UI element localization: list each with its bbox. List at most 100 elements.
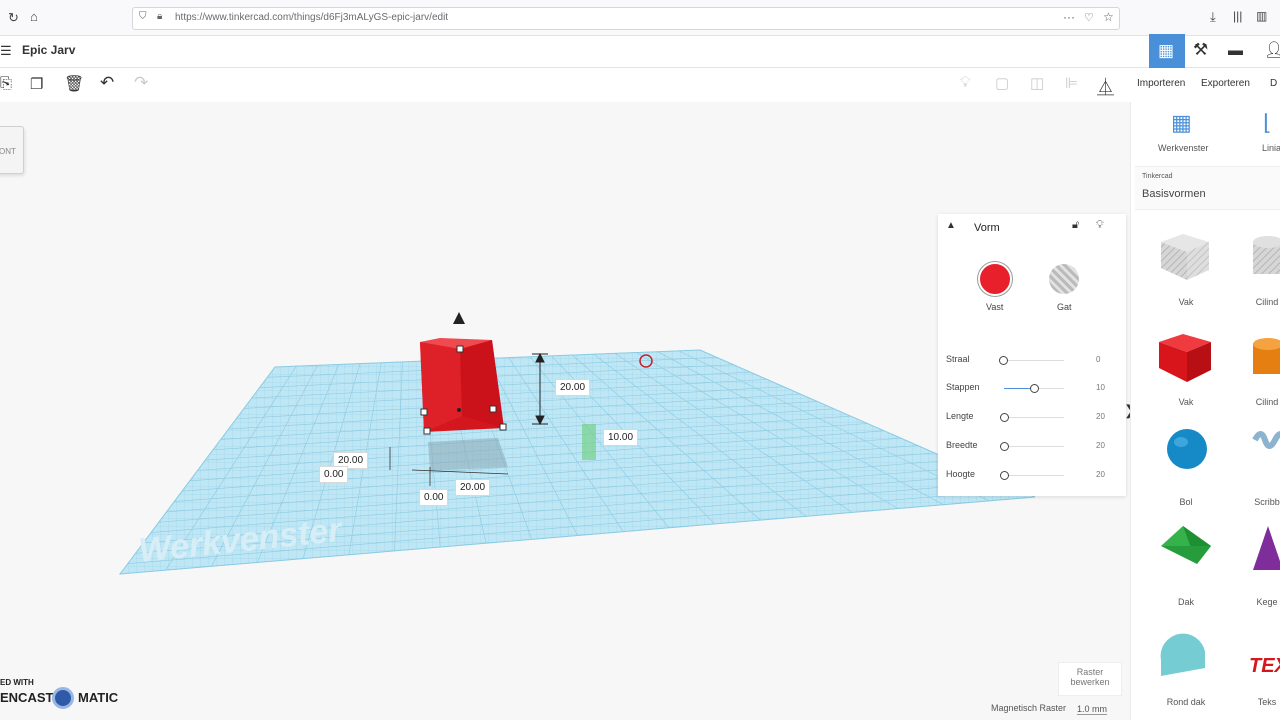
scribble-icon[interactable] [1252,431,1280,449]
address-bar[interactable]: ⛉ 🔒︎ https://www.tinkercad.com/things/d6… [132,7,1120,30]
slider-knob-2[interactable] [1000,413,1009,422]
solid-swatch[interactable] [978,262,1012,296]
home-icon[interactable]: ⌂ [30,9,38,24]
import-button[interactable]: Importeren [1137,78,1185,89]
shape-label-2: Vak [1178,397,1194,407]
user-icon[interactable]: 👤︎ [1264,40,1280,60]
download-icon[interactable]: ⤓ [1210,9,1216,25]
lock-icon[interactable]: 🔓︎ [1072,219,1079,232]
delete-icon[interactable]: 🗑︎ [64,74,84,94]
slider-knob-1[interactable] [1030,384,1039,393]
shape-label-1: Cilind [1255,297,1279,307]
sphere-icon[interactable] [1167,429,1207,469]
library-selector[interactable]: Tinkercad Basisvormen [1135,166,1280,210]
shape-label-6: Dak [1177,597,1194,607]
design-title[interactable]: Epic Jarv [22,43,75,57]
shape-label-3: Cilind [1255,397,1279,407]
bookmark-star-icon[interactable]: ☆ [1103,10,1114,24]
cone-icon[interactable] [1253,526,1280,570]
lock-icon: 🔒︎ [157,11,163,22]
slider-label-3: Breedte [946,440,978,450]
undo-icon[interactable]: ↶ [100,73,114,93]
elevation-value[interactable]: 10.00 [603,429,639,446]
slider-value-0[interactable]: 0 [1096,355,1100,364]
shape-shadow [428,438,508,471]
slider-value-1[interactable]: 10 [1096,383,1105,392]
bricks-icon[interactable]: ▬ [1228,42,1243,59]
library-icon[interactable]: ||| [1233,9,1242,23]
edit-grid-line2: bewerken [1070,677,1110,687]
more-icon[interactable]: ··· [1063,10,1075,24]
workplane-tool-label: Werkvenster [1158,143,1209,153]
height-value[interactable]: 20.00 [555,379,591,396]
box-hole-icon[interactable] [1161,234,1209,280]
url-text: https://www.tinkercad.com/things/d6Fj3mA… [175,12,449,23]
hole-label: Gat [1057,302,1072,312]
length-value[interactable]: 20.00 [455,479,491,496]
reload-icon[interactable]: ↻ [8,10,19,26]
shape-tiles: TEXT [1159,234,1280,677]
library-source: Tinkercad [1142,173,1173,180]
mirror-icon[interactable]: ⏅ [1097,73,1114,98]
library-category: Basisvormen [1142,188,1206,200]
edit-grid-line1: Raster [1076,667,1104,677]
round-roof-icon[interactable] [1160,633,1205,676]
shape-label-9: Teks [1257,697,1277,707]
send-to-button[interactable]: D [1270,78,1277,89]
slider-knob-0[interactable] [999,356,1008,365]
ruler-tool-icon[interactable]: ⌊ [1263,110,1272,136]
shape-label-8: Rond dak [1166,697,1206,707]
slider-value-3[interactable]: 20 [1096,441,1105,450]
hole-swatch[interactable] [1049,264,1079,294]
y-position-value[interactable]: 0.00 [419,489,449,506]
recorder-line2: ENCAST [0,690,54,705]
box-icon[interactable] [1159,334,1211,382]
grid-view-button[interactable]: ▦ [1149,34,1185,68]
visibility-bulb-icon[interactable]: 💡︎ [1096,219,1104,232]
menu-icon[interactable]: ☰ [0,43,12,59]
group-icon[interactable]: ▢ [995,74,1009,92]
edit-grid-button[interactable]: Raster bewerken [1058,662,1122,696]
recorder-line3: MATIC [78,690,119,705]
recorder-watermark: ED WITH ENCAST MATIC [0,676,125,716]
recorder-line1: ED WITH [0,678,34,687]
slider-track-4[interactable] [1004,475,1064,476]
ungroup-icon[interactable]: ◫ [1030,74,1044,92]
inspector-title: Vorm [974,222,1000,234]
ruler-tool-label: Linia [1262,143,1280,153]
workspace-viewport[interactable]: ONT Werkvenster 20.00 10.00 20.00 0.00 0… [0,102,1136,720]
text-icon[interactable]: TEXT [1249,655,1280,677]
tools-icon[interactable]: ⚒ [1193,40,1208,60]
pocket-icon[interactable]: ♡ [1084,11,1094,24]
collapse-icon[interactable]: ▲ [946,220,956,231]
roof-icon[interactable] [1161,526,1211,564]
slider-value-4[interactable]: 20 [1096,470,1105,479]
slider-track-3[interactable] [1004,446,1064,447]
light-bulb-icon[interactable]: 💡︎ [960,74,971,91]
sidebar-icon[interactable]: ▥ [1256,9,1267,23]
shape-label-7: Kege [1256,597,1278,607]
export-button[interactable]: Exporteren [1201,78,1250,89]
slider-knob-4[interactable] [1000,471,1009,480]
cylinder-icon[interactable] [1253,338,1280,374]
edit-toolbar: ⎘ ❐ 🗑︎ ↶ ↷ 💡︎ ▢ ◫ ⊫ ⏅ Importeren Exporte… [0,68,1280,102]
snap-grid-select[interactable]: 1.0 mm [1077,704,1108,715]
x-position-value[interactable]: 0.00 [319,466,349,483]
copy-icon[interactable]: ⎘ [0,75,12,92]
align-icon[interactable]: ⊫ [1065,74,1078,92]
grid-icon: ▦ [1158,41,1175,60]
slider-label-1: Stappen [946,382,980,392]
slider-value-2[interactable]: 20 [1096,412,1105,421]
svg-text:TEXT: TEXT [1249,655,1280,677]
slider-label-4: Hoogte [946,469,976,479]
workplane-tool-icon[interactable]: ▦ [1171,110,1192,136]
slider-label-2: Lengte [946,411,974,421]
cylinder-hole-icon[interactable] [1253,236,1280,274]
rotate-handle[interactable] [453,312,465,324]
slider-track-2[interactable] [1004,417,1064,418]
elevation-marker[interactable] [582,424,596,460]
slider-knob-3[interactable] [1000,442,1009,451]
redo-icon[interactable]: ↷ [134,73,148,93]
duplicate-icon[interactable]: ❐ [30,75,43,93]
slider-track-0[interactable] [1004,360,1064,361]
